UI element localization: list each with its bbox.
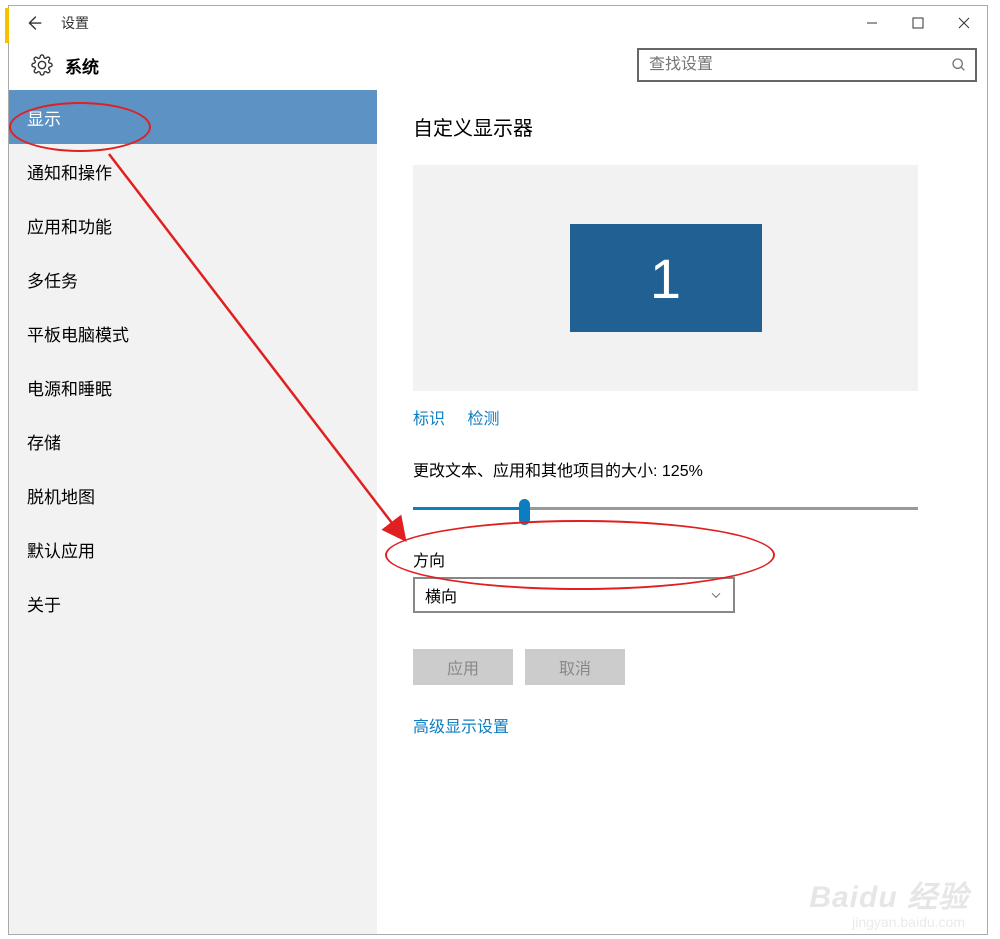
sidebar: 显示 通知和操作 应用和功能 多任务 平板电脑模式 电源和睡眠 存储 脱机地图 … xyxy=(9,90,377,934)
sidebar-item-tablet[interactable]: 平板电脑模式 xyxy=(9,306,377,360)
sidebar-item-power[interactable]: 电源和睡眠 xyxy=(9,360,377,414)
main-content: 自定义显示器 1 标识 检测 更改文本、应用和其他项目的大小: 125% 方向 … xyxy=(377,90,987,934)
sidebar-item-defaultapps[interactable]: 默认应用 xyxy=(9,522,377,576)
monitor-preview[interactable]: 1 xyxy=(413,165,918,391)
detect-link[interactable]: 检测 xyxy=(467,411,499,428)
close-button[interactable] xyxy=(941,7,987,39)
scale-label: 更改文本、应用和其他项目的大小: 125% xyxy=(413,457,951,481)
sidebar-item-maps[interactable]: 脱机地图 xyxy=(9,468,377,522)
page-title: 系统 xyxy=(65,53,99,78)
sidebar-item-about[interactable]: 关于 xyxy=(9,576,377,630)
arrow-left-icon xyxy=(23,12,45,34)
orientation-select[interactable]: 横向 xyxy=(413,577,735,613)
header: 系统 xyxy=(9,40,987,90)
cancel-button[interactable]: 取消 xyxy=(525,649,625,685)
window-title: 设置 xyxy=(61,13,89,33)
slider-thumb[interactable] xyxy=(519,499,530,525)
main-title: 自定义显示器 xyxy=(413,112,951,141)
apply-button[interactable]: 应用 xyxy=(413,649,513,685)
sidebar-item-display[interactable]: 显示 xyxy=(9,90,377,144)
minimize-button[interactable] xyxy=(849,7,895,39)
monitor-tile[interactable]: 1 xyxy=(570,224,762,332)
orientation-label: 方向 xyxy=(413,547,951,571)
identify-link[interactable]: 标识 xyxy=(413,411,445,428)
orientation-value: 横向 xyxy=(425,583,709,607)
advanced-settings-link[interactable]: 高级显示设置 xyxy=(413,719,509,736)
maximize-icon xyxy=(912,17,924,29)
scale-slider[interactable] xyxy=(413,497,918,521)
close-icon xyxy=(958,17,970,29)
slider-fill xyxy=(413,507,525,510)
gear-icon xyxy=(31,54,53,76)
search-box[interactable] xyxy=(637,48,977,82)
watermark-url: jingyan.baidu.com xyxy=(852,914,965,930)
maximize-button[interactable] xyxy=(895,7,941,39)
search-input[interactable] xyxy=(649,56,951,74)
minimize-icon xyxy=(866,17,878,29)
watermark: Baidu 经验 xyxy=(809,872,969,916)
sidebar-item-notifications[interactable]: 通知和操作 xyxy=(9,144,377,198)
search-icon xyxy=(951,57,967,73)
title-bar: 设置 xyxy=(9,6,987,40)
sidebar-item-storage[interactable]: 存储 xyxy=(9,414,377,468)
back-button[interactable] xyxy=(19,8,49,38)
sidebar-item-apps[interactable]: 应用和功能 xyxy=(9,198,377,252)
chevron-down-icon xyxy=(709,588,723,602)
sidebar-item-multitask[interactable]: 多任务 xyxy=(9,252,377,306)
